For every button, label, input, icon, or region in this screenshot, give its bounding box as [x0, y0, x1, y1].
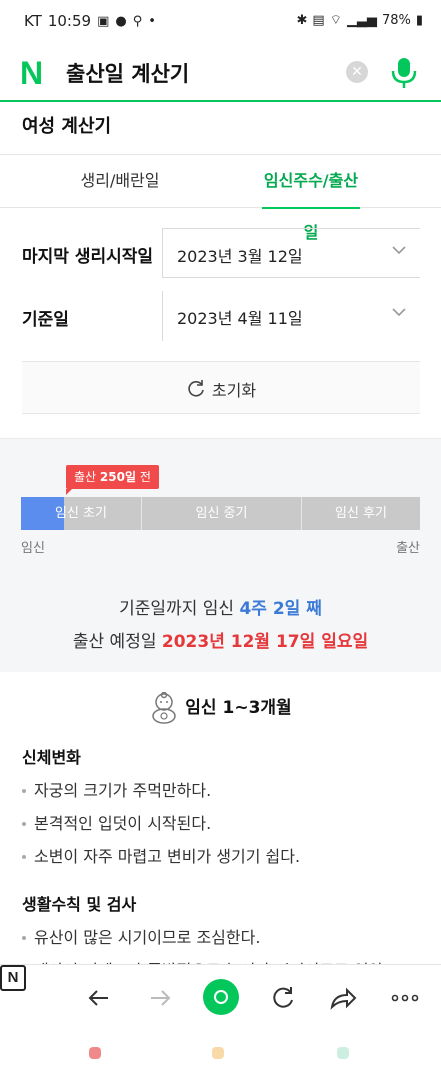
segment-late-label: 임신 후기 — [335, 506, 387, 521]
home-button[interactable] — [212, 1047, 224, 1059]
clock: 10:59 — [47, 12, 92, 30]
refresh-icon — [188, 380, 204, 397]
reset-label: 초기화 — [211, 381, 257, 400]
chevron-down-icon — [392, 246, 406, 255]
share-icon[interactable] — [328, 983, 358, 1013]
naver-home-icon[interactable]: N — [0, 965, 26, 991]
weeks-value: 4주 2일 째 — [239, 599, 322, 619]
system-nav-bar — [0, 1030, 441, 1080]
weeks-prefix: 기준일까지 임신 — [119, 599, 240, 619]
progress-end-label: 출산 — [396, 541, 420, 556]
reference-date-value: 2023년 4월 11일 — [177, 309, 303, 328]
clear-search-button[interactable]: ✕ — [346, 61, 368, 83]
reload-icon[interactable] — [268, 983, 298, 1013]
notification-icon: ▣ — [97, 13, 110, 29]
tab-pregnancy-due-date[interactable]: 임신주수/출산일 — [262, 155, 360, 242]
hd-icon: ▤ — [312, 12, 325, 28]
progress-start-label: 임신 — [21, 541, 45, 556]
badge-prefix: 출산 — [74, 470, 100, 484]
search-bar: N 출산일 계산기 ✕ — [0, 44, 441, 102]
battery-icon: ▮ — [415, 12, 423, 28]
list-item: 자궁의 크기가 주먹만하다. — [22, 774, 422, 807]
badge-days: 250일 — [99, 470, 136, 484]
bluetooth-icon: ✱ — [296, 12, 308, 28]
last-period-value: 2023년 3월 12일 — [177, 247, 303, 266]
calculator-tabs: 생리/배란일 임신주수/출산일 — [0, 155, 441, 242]
last-period-row: 마지막 생리시작일 2023년 3월 12일 — [22, 228, 420, 278]
due-date-prefix: 출산 예정일 — [72, 632, 162, 652]
search-query[interactable]: 출산일 계산기 — [66, 58, 189, 88]
last-period-label: 마지막 생리시작일 — [22, 247, 154, 267]
naver-logo[interactable]: N — [20, 57, 50, 89]
browser-toolbar: N — [0, 964, 441, 1030]
recent-apps-button[interactable] — [89, 1047, 101, 1059]
calculator-title: 여성 계산기 — [22, 116, 112, 137]
chevron-down-icon — [392, 308, 406, 317]
segment-early-label: 임신 초기 — [55, 506, 107, 521]
link-icon: ⚲ — [132, 13, 143, 29]
status-bar: KT 10:59 ▣ ● ⚲ • ✱ ▤ ⌔ ▁▃▅ 78% ▮ — [0, 0, 441, 44]
phase-title: 임신 1~3개월 — [0, 692, 441, 724]
wifi-icon: ⌔ — [329, 13, 342, 28]
signal-icon: ▁▃▅ — [346, 12, 377, 28]
segment-middle: 임신 중기 — [141, 497, 301, 530]
reference-date-row: 기준일 2023년 4월 11일 — [22, 291, 420, 341]
tab-period-ovulation[interactable]: 생리/배란일 — [20, 155, 220, 208]
reference-date-label: 기준일 — [22, 310, 69, 330]
body-change-title: 신체변화 — [22, 748, 81, 767]
battery-level: 78% — [381, 12, 411, 28]
list-item: 유산이 많은 시기이므로 조심한다. — [22, 921, 422, 954]
more-icon[interactable] — [390, 983, 420, 1013]
segment-late: 임신 후기 — [301, 497, 420, 530]
phase-title-text: 임신 1~3개월 — [185, 698, 292, 718]
list-item: 소변이 자주 마렵고 변비가 생기기 쉽다. — [22, 840, 422, 873]
reference-date-select[interactable]: 2023년 4월 11일 — [162, 291, 420, 341]
segment-early: 임신 초기 — [21, 497, 141, 530]
badge-suffix: 전 — [136, 470, 151, 484]
green-dot-home-button[interactable] — [203, 979, 239, 1015]
microphone-icon[interactable] — [390, 56, 418, 90]
back-button[interactable] — [337, 1047, 349, 1059]
life-rules-title: 생활수칙 및 검사 — [22, 895, 137, 914]
last-period-select[interactable]: 2023년 3월 12일 — [162, 228, 420, 278]
pregnancy-progress-bar: 임신 초기 임신 중기 임신 후기 — [21, 497, 420, 530]
days-to-birth-badge: 출산 250일 전 — [66, 465, 159, 495]
forward-arrow-icon[interactable] — [145, 983, 175, 1013]
list-item: 본격적인 입덧이 시작된다. — [22, 807, 422, 840]
carrier-label: KT — [24, 12, 42, 30]
body-change-list: 자궁의 크기가 주먹만하다. 본격적인 입덧이 시작된다. 소변이 자주 마렵고… — [22, 774, 422, 873]
segment-middle-label: 임신 중기 — [195, 506, 248, 521]
back-arrow-icon[interactable] — [84, 983, 114, 1013]
more-dot-icon: • — [148, 13, 156, 29]
weeks-summary: 기준일까지 임신 4주 2일 째 — [0, 594, 441, 619]
baby-icon — [152, 692, 177, 724]
due-date-summary: 출산 예정일 2023년 12월 17일 일요일 — [0, 627, 441, 652]
chat-icon: ● — [115, 13, 127, 29]
due-date-value: 2023년 12월 17일 일요일 — [161, 632, 369, 652]
reset-button[interactable]: 초기화 — [22, 361, 420, 414]
